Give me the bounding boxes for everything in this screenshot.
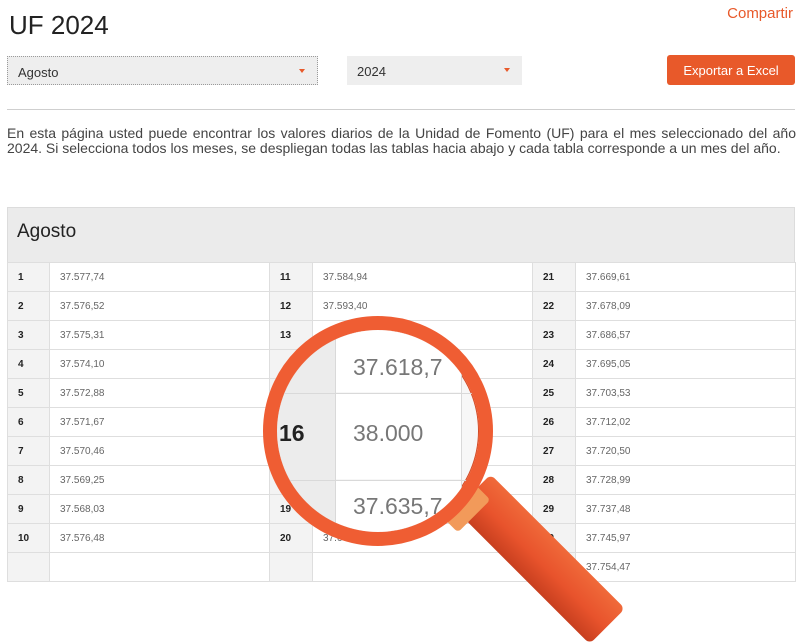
uf-value-cell: 37.568,03 — [49, 494, 270, 524]
day-cell: 19 — [269, 494, 313, 524]
uf-value-cell: 37.695,05 — [575, 349, 796, 379]
table-row: 1 37.577,74 11 37.584,94 21 37.669,61 — [7, 262, 796, 292]
uf-value-cell: 37.576,52 — [49, 291, 270, 321]
day-cell: 1 — [7, 262, 50, 292]
uf-value-cell: 37.728,99 — [575, 465, 796, 495]
day-cell: 25 — [532, 378, 576, 408]
uf-value-cell — [312, 407, 533, 437]
day-cell: 21 — [532, 262, 576, 292]
uf-value-cell — [49, 552, 270, 582]
uf-value-cell: 37.569,25 — [49, 465, 270, 495]
day-cell — [7, 552, 50, 582]
uf-value-cell: 37.754,47 — [575, 552, 796, 582]
table-row: 4 37.574,10 24 37.695,05 — [7, 349, 796, 379]
day-cell: 3 — [7, 320, 50, 350]
table-row: 10 37.576,48 20 37.661,13 30 37.745,97 — [7, 523, 796, 553]
uf-value-cell — [312, 320, 533, 350]
month-table-header: Agosto — [7, 207, 795, 262]
page-title: UF 2024 — [9, 10, 109, 40]
table-row: 6 37.571,67 26 37.712,02 — [7, 407, 796, 437]
day-cell — [269, 407, 313, 437]
uf-value-cell: 37.571,67 — [49, 407, 270, 437]
day-cell: 5 — [7, 378, 50, 408]
day-cell — [269, 552, 313, 582]
day-cell: 30 — [532, 523, 576, 553]
day-cell — [532, 552, 576, 582]
day-cell: 7 — [7, 436, 50, 466]
uf-value-cell: 37.703,53 — [575, 378, 796, 408]
uf-value-cell: 37.593,40 — [312, 291, 533, 321]
month-select[interactable]: Agosto — [7, 56, 318, 85]
day-cell: 8 — [7, 465, 50, 495]
table-row: 3 37.575,31 13 23 37.686,57 — [7, 320, 796, 350]
uf-value-cell: 37.572,88 — [49, 378, 270, 408]
uf-value-cell: 37.661,13 — [312, 523, 533, 553]
table-row: 2 37.576,52 12 37.593,40 22 37.678,09 — [7, 291, 796, 321]
day-cell: 12 — [269, 291, 313, 321]
uf-value-cell: 37.570,46 — [49, 436, 270, 466]
day-cell: 2 — [7, 291, 50, 321]
uf-value-cell — [312, 436, 533, 466]
day-cell — [269, 349, 313, 379]
uf-value-cell — [312, 552, 533, 582]
day-cell: 23 — [532, 320, 576, 350]
month-select-value: Agosto — [18, 65, 59, 80]
divider — [7, 109, 795, 110]
uf-value-cell: 37.686,57 — [575, 320, 796, 350]
caret-down-icon — [504, 68, 510, 72]
day-cell: 28 — [532, 465, 576, 495]
table-row: 37.754,47 — [7, 552, 796, 582]
table-row: 9 37.568,03 19 29 37.737,48 — [7, 494, 796, 524]
intro-text: En esta página usted puede encontrar los… — [7, 125, 796, 156]
day-cell — [269, 378, 313, 408]
table-row: 7 37.570,46 27 37.720,50 — [7, 436, 796, 466]
day-cell: 9 — [7, 494, 50, 524]
day-cell: 4 — [7, 349, 50, 379]
uf-value-cell: 37.575,31 — [49, 320, 270, 350]
day-cell: 22 — [532, 291, 576, 321]
uf-value-cell: 37.745,97 — [575, 523, 796, 553]
uf-value-cell — [312, 349, 533, 379]
uf-value-cell: 37.678,09 — [575, 291, 796, 321]
day-cell: 27 — [532, 436, 576, 466]
uf-value-cell: 37.584,94 — [312, 262, 533, 292]
day-cell: 11 — [269, 262, 313, 292]
uf-table: 1 37.577,74 11 37.584,94 21 37.669,61 2 37.576,… — [7, 262, 796, 582]
uf-value-cell: 37.577,74 — [49, 262, 270, 292]
uf-value-cell: 37.737,48 — [575, 494, 796, 524]
day-cell: 13 — [269, 320, 313, 350]
day-cell — [269, 436, 313, 466]
day-cell — [269, 465, 313, 495]
day-cell: 20 — [269, 523, 313, 553]
year-select-value: 2024 — [357, 64, 386, 79]
month-table-title: Agosto — [17, 221, 77, 242]
uf-value-cell: 37.712,02 — [575, 407, 796, 437]
table-row: 8 37.569,25 28 37.728,99 — [7, 465, 796, 495]
day-cell: 24 — [532, 349, 576, 379]
caret-down-icon — [299, 69, 305, 73]
uf-value-cell: 37.669,61 — [575, 262, 796, 292]
day-cell: 10 — [7, 523, 50, 553]
day-cell: 6 — [7, 407, 50, 437]
uf-value-cell: 37.576,48 — [49, 523, 270, 553]
uf-value-cell — [312, 378, 533, 408]
uf-value-cell: 37.720,50 — [575, 436, 796, 466]
uf-value-cell: 37.574,10 — [49, 349, 270, 379]
table-row: 5 37.572,88 25 37.703,53 — [7, 378, 796, 408]
share-link[interactable]: Compartir — [727, 5, 793, 22]
export-excel-button[interactable]: Exportar a Excel — [667, 55, 795, 85]
uf-value-cell — [312, 465, 533, 495]
day-cell: 26 — [532, 407, 576, 437]
year-select[interactable]: 2024 — [347, 56, 522, 85]
day-cell: 29 — [532, 494, 576, 524]
uf-value-cell — [312, 494, 533, 524]
